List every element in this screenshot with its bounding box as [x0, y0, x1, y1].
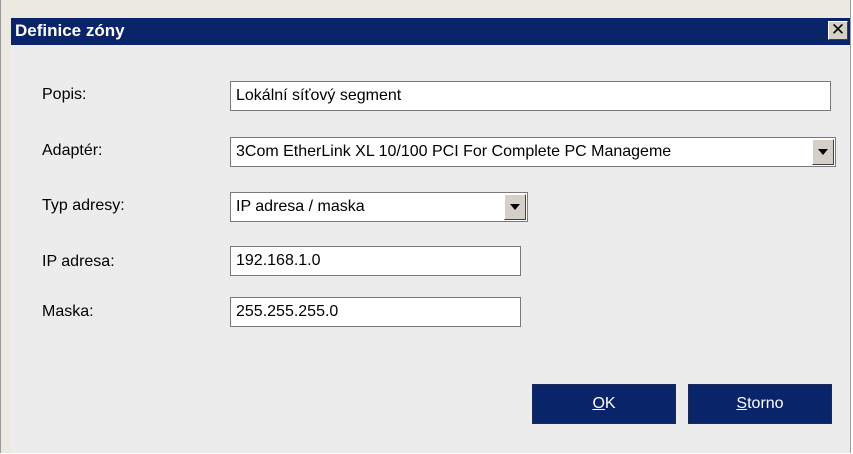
chevron-down-icon — [818, 149, 828, 155]
ok-label: K — [604, 395, 616, 412]
close-button[interactable]: ✕ — [828, 21, 848, 40]
storno-button[interactable]: Storno — [688, 384, 832, 424]
chevron-down-icon — [510, 204, 520, 210]
ok-mnemonic: O — [592, 395, 605, 412]
address-type-dropdown-button[interactable] — [504, 194, 526, 220]
adapter-selected-value: 3Com EtherLink XL 10/100 PCI For Complet… — [236, 143, 672, 160]
popis-input[interactable]: Lokální síťový segment — [230, 81, 831, 111]
adapter-dropdown-button[interactable] — [812, 139, 834, 165]
window-title: Definice zóny — [15, 21, 125, 40]
dialog-content: Popis: Lokální síťový segment Adaptér: 3… — [11, 45, 850, 452]
adapter-select[interactable]: 3Com EtherLink XL 10/100 PCI For Complet… — [230, 137, 836, 167]
ip-address-label: IP adresa: — [42, 253, 115, 270]
address-type-selected-value: IP adresa / maska — [236, 198, 365, 215]
adapter-label: Adaptér: — [42, 142, 103, 159]
popis-label: Popis: — [42, 86, 87, 103]
address-type-label: Typ adresy: — [42, 197, 125, 214]
address-type-select[interactable]: IP adresa / maska — [230, 192, 528, 222]
title-bar[interactable]: Definice zóny ✕ — [11, 18, 850, 45]
close-icon: ✕ — [830, 20, 846, 40]
mask-input[interactable]: 255.255.255.0 — [230, 297, 521, 327]
ok-button[interactable]: OK — [532, 384, 676, 424]
ip-address-input[interactable]: 192.168.1.0 — [230, 246, 521, 276]
storno-mnemonic: S — [736, 395, 748, 412]
storno-label: torno — [747, 395, 784, 412]
mask-label: Maska: — [42, 303, 94, 320]
dialog-window: Definice zóny ✕ Popis: Lokální síťový se… — [0, 0, 851, 453]
